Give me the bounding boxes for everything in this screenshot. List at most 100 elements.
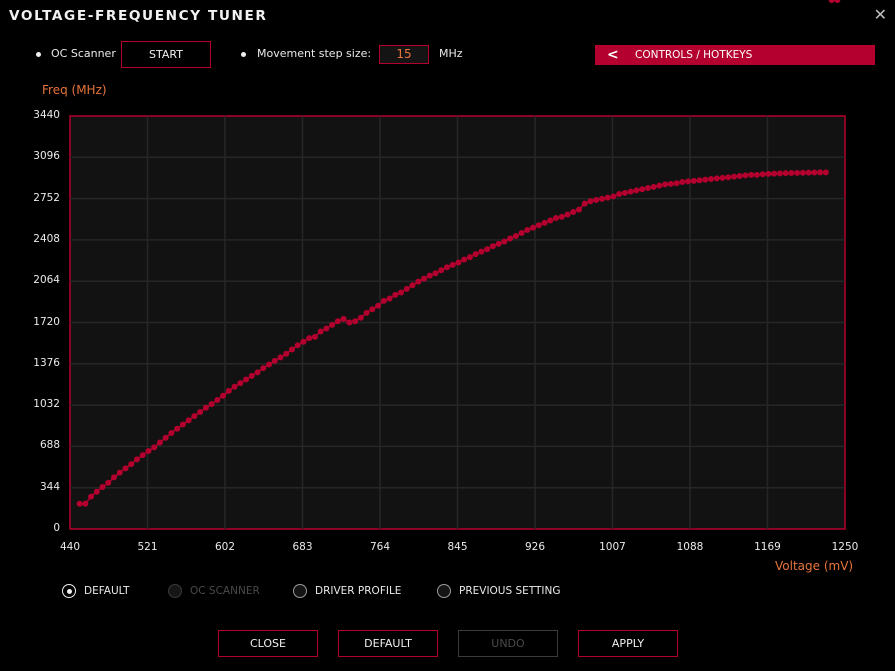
- curve-point[interactable]: [702, 176, 709, 183]
- curve-point[interactable]: [794, 169, 801, 176]
- curve-point[interactable]: [535, 222, 542, 229]
- curve-point[interactable]: [139, 452, 146, 459]
- curve-point[interactable]: [415, 278, 422, 285]
- curve-point[interactable]: [185, 417, 192, 424]
- curve-point[interactable]: [398, 289, 405, 296]
- curve-point[interactable]: [633, 187, 640, 194]
- curve-point[interactable]: [432, 270, 439, 277]
- curve-point[interactable]: [380, 297, 387, 304]
- curve-point[interactable]: [283, 350, 290, 357]
- curve-point[interactable]: [214, 396, 221, 403]
- curve-point[interactable]: [323, 325, 330, 332]
- curve-point[interactable]: [696, 177, 703, 184]
- curve-point[interactable]: [587, 198, 594, 205]
- curve-point[interactable]: [306, 335, 313, 342]
- curve-point[interactable]: [811, 169, 818, 176]
- curve-point[interactable]: [834, 0, 841, 3]
- curve-point[interactable]: [438, 267, 445, 274]
- curve-point[interactable]: [771, 170, 778, 177]
- curve-point[interactable]: [564, 211, 571, 218]
- curve-point[interactable]: [512, 233, 519, 240]
- curve-point[interactable]: [82, 500, 89, 507]
- curve-point[interactable]: [759, 171, 766, 178]
- curve-point[interactable]: [639, 186, 646, 193]
- curve-point[interactable]: [828, 0, 835, 3]
- curve-point[interactable]: [162, 434, 169, 441]
- curve-point[interactable]: [133, 456, 140, 463]
- curve-point[interactable]: [673, 180, 680, 187]
- curve-point[interactable]: [122, 465, 129, 472]
- curve-point[interactable]: [455, 259, 462, 266]
- curve-point[interactable]: [656, 182, 663, 189]
- curve-point[interactable]: [788, 170, 795, 177]
- curve-point[interactable]: [598, 195, 605, 202]
- curve-point[interactable]: [237, 380, 244, 387]
- curve-point[interactable]: [300, 338, 307, 345]
- curve-point[interactable]: [311, 333, 318, 340]
- curve-point[interactable]: [530, 224, 537, 231]
- curve-point[interactable]: [357, 314, 364, 321]
- curve-point[interactable]: [805, 169, 812, 176]
- curve-point[interactable]: [570, 209, 577, 216]
- curve-point[interactable]: [346, 319, 353, 326]
- curve-point[interactable]: [553, 215, 560, 222]
- curve-point[interactable]: [501, 238, 508, 245]
- curve-point[interactable]: [616, 191, 623, 198]
- curve-point[interactable]: [478, 248, 485, 255]
- curve-point[interactable]: [817, 169, 824, 176]
- curve-point[interactable]: [352, 318, 359, 325]
- apply-button[interactable]: APPLY: [578, 630, 678, 657]
- curve-point[interactable]: [231, 383, 238, 390]
- curve-point[interactable]: [736, 173, 743, 180]
- curve-point[interactable]: [495, 240, 502, 247]
- curve-point[interactable]: [409, 282, 416, 289]
- curve-point[interactable]: [719, 174, 726, 181]
- curve-point[interactable]: [340, 315, 347, 322]
- curve-point[interactable]: [225, 387, 232, 394]
- curve-point[interactable]: [621, 189, 628, 196]
- curve-point[interactable]: [168, 429, 175, 436]
- curve-point[interactable]: [145, 447, 152, 454]
- curve-point[interactable]: [644, 185, 651, 192]
- curve-point[interactable]: [627, 188, 634, 195]
- curve-point[interactable]: [742, 172, 749, 179]
- curve-point[interactable]: [558, 213, 565, 220]
- curve-point[interactable]: [151, 444, 158, 451]
- curve-point[interactable]: [156, 439, 163, 446]
- curve-point[interactable]: [329, 321, 336, 328]
- curve-point[interactable]: [220, 392, 227, 399]
- vf-curve-chart[interactable]: [0, 0, 895, 671]
- curve-point[interactable]: [369, 306, 376, 313]
- curve-point[interactable]: [484, 246, 491, 253]
- curve-point[interactable]: [243, 376, 250, 383]
- curve-point[interactable]: [386, 295, 393, 302]
- curve-point[interactable]: [667, 180, 674, 187]
- curve-point[interactable]: [547, 217, 554, 224]
- curve-point[interactable]: [99, 483, 106, 490]
- curve-point[interactable]: [208, 401, 215, 408]
- curve-point[interactable]: [662, 181, 669, 188]
- curve-point[interactable]: [93, 488, 100, 495]
- curve-point[interactable]: [375, 302, 382, 309]
- curve-point[interactable]: [679, 179, 686, 186]
- curve-point[interactable]: [248, 372, 255, 379]
- curve-point[interactable]: [443, 264, 450, 271]
- curve-point[interactable]: [128, 461, 135, 468]
- curve-point[interactable]: [260, 365, 267, 372]
- curve-point[interactable]: [334, 318, 341, 325]
- curve-point[interactable]: [174, 425, 181, 432]
- curve-point[interactable]: [179, 421, 186, 428]
- radio-button[interactable]: [62, 584, 76, 598]
- curve-point[interactable]: [489, 243, 496, 250]
- curve-point[interactable]: [271, 357, 278, 364]
- curve-point[interactable]: [581, 200, 588, 207]
- curve-point[interactable]: [593, 197, 600, 204]
- curve-point[interactable]: [111, 474, 118, 481]
- curve-point[interactable]: [461, 256, 468, 263]
- curve-point[interactable]: [524, 227, 531, 234]
- curve-point[interactable]: [266, 361, 273, 368]
- curve-point[interactable]: [254, 369, 261, 376]
- curve-point[interactable]: [765, 170, 772, 177]
- curve-point[interactable]: [690, 177, 697, 184]
- curve-point[interactable]: [610, 193, 617, 200]
